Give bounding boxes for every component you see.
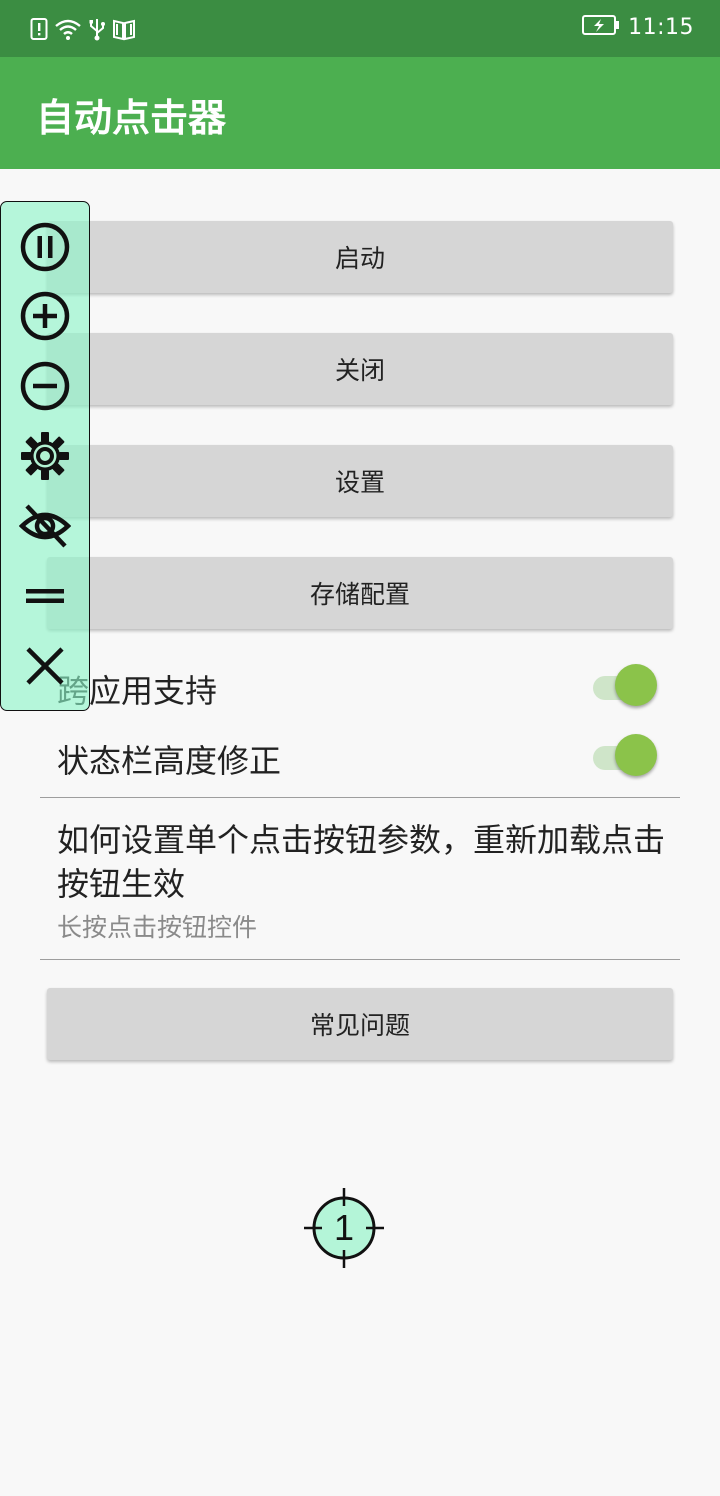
usb-icon bbox=[88, 17, 106, 41]
add-icon[interactable] bbox=[19, 290, 71, 342]
wifi-icon bbox=[54, 17, 82, 41]
start-button[interactable]: 启动 bbox=[47, 221, 673, 293]
divider bbox=[40, 797, 680, 798]
battery-charging-icon bbox=[582, 14, 620, 40]
floating-toolbar[interactable] bbox=[0, 201, 90, 711]
switch-thumb bbox=[615, 734, 657, 776]
help-subtitle: 长按点击按钮控件 bbox=[57, 913, 258, 942]
click-target[interactable]: 1 bbox=[303, 1187, 385, 1269]
click-target-number: 1 bbox=[333, 1207, 355, 1248]
status-time: 11:15 bbox=[628, 14, 694, 40]
save-config-button[interactable]: 存储配置 bbox=[47, 557, 673, 629]
divider bbox=[40, 959, 680, 960]
status-bar-height-fix-label: 状态栏高度修正 bbox=[57, 742, 282, 780]
status-icons bbox=[30, 16, 136, 42]
status-bar-height-fix-switch[interactable] bbox=[591, 734, 657, 776]
alert-icon bbox=[30, 17, 48, 41]
app-title: 自动点击器 bbox=[36, 96, 227, 140]
status-right: 11:15 bbox=[582, 14, 694, 40]
close-icon[interactable] bbox=[19, 640, 71, 692]
faq-button[interactable]: 常见问题 bbox=[47, 988, 673, 1060]
close-button[interactable]: 关闭 bbox=[47, 333, 673, 405]
drag-handle-icon[interactable] bbox=[19, 570, 71, 622]
status-bar: 11:15 bbox=[0, 0, 720, 57]
hide-icon[interactable] bbox=[19, 500, 71, 552]
app-bar: 自动点击器 bbox=[0, 57, 720, 169]
cross-app-support-switch[interactable] bbox=[591, 664, 657, 706]
book-icon bbox=[112, 17, 136, 41]
switch-thumb bbox=[615, 664, 657, 706]
help-title[interactable]: 如何设置单个点击按钮参数，重新加载点击按钮生效 bbox=[57, 818, 687, 906]
settings-icon[interactable] bbox=[19, 430, 71, 482]
remove-icon[interactable] bbox=[19, 360, 71, 412]
pause-icon[interactable] bbox=[19, 221, 71, 273]
settings-button[interactable]: 设置 bbox=[47, 445, 673, 517]
